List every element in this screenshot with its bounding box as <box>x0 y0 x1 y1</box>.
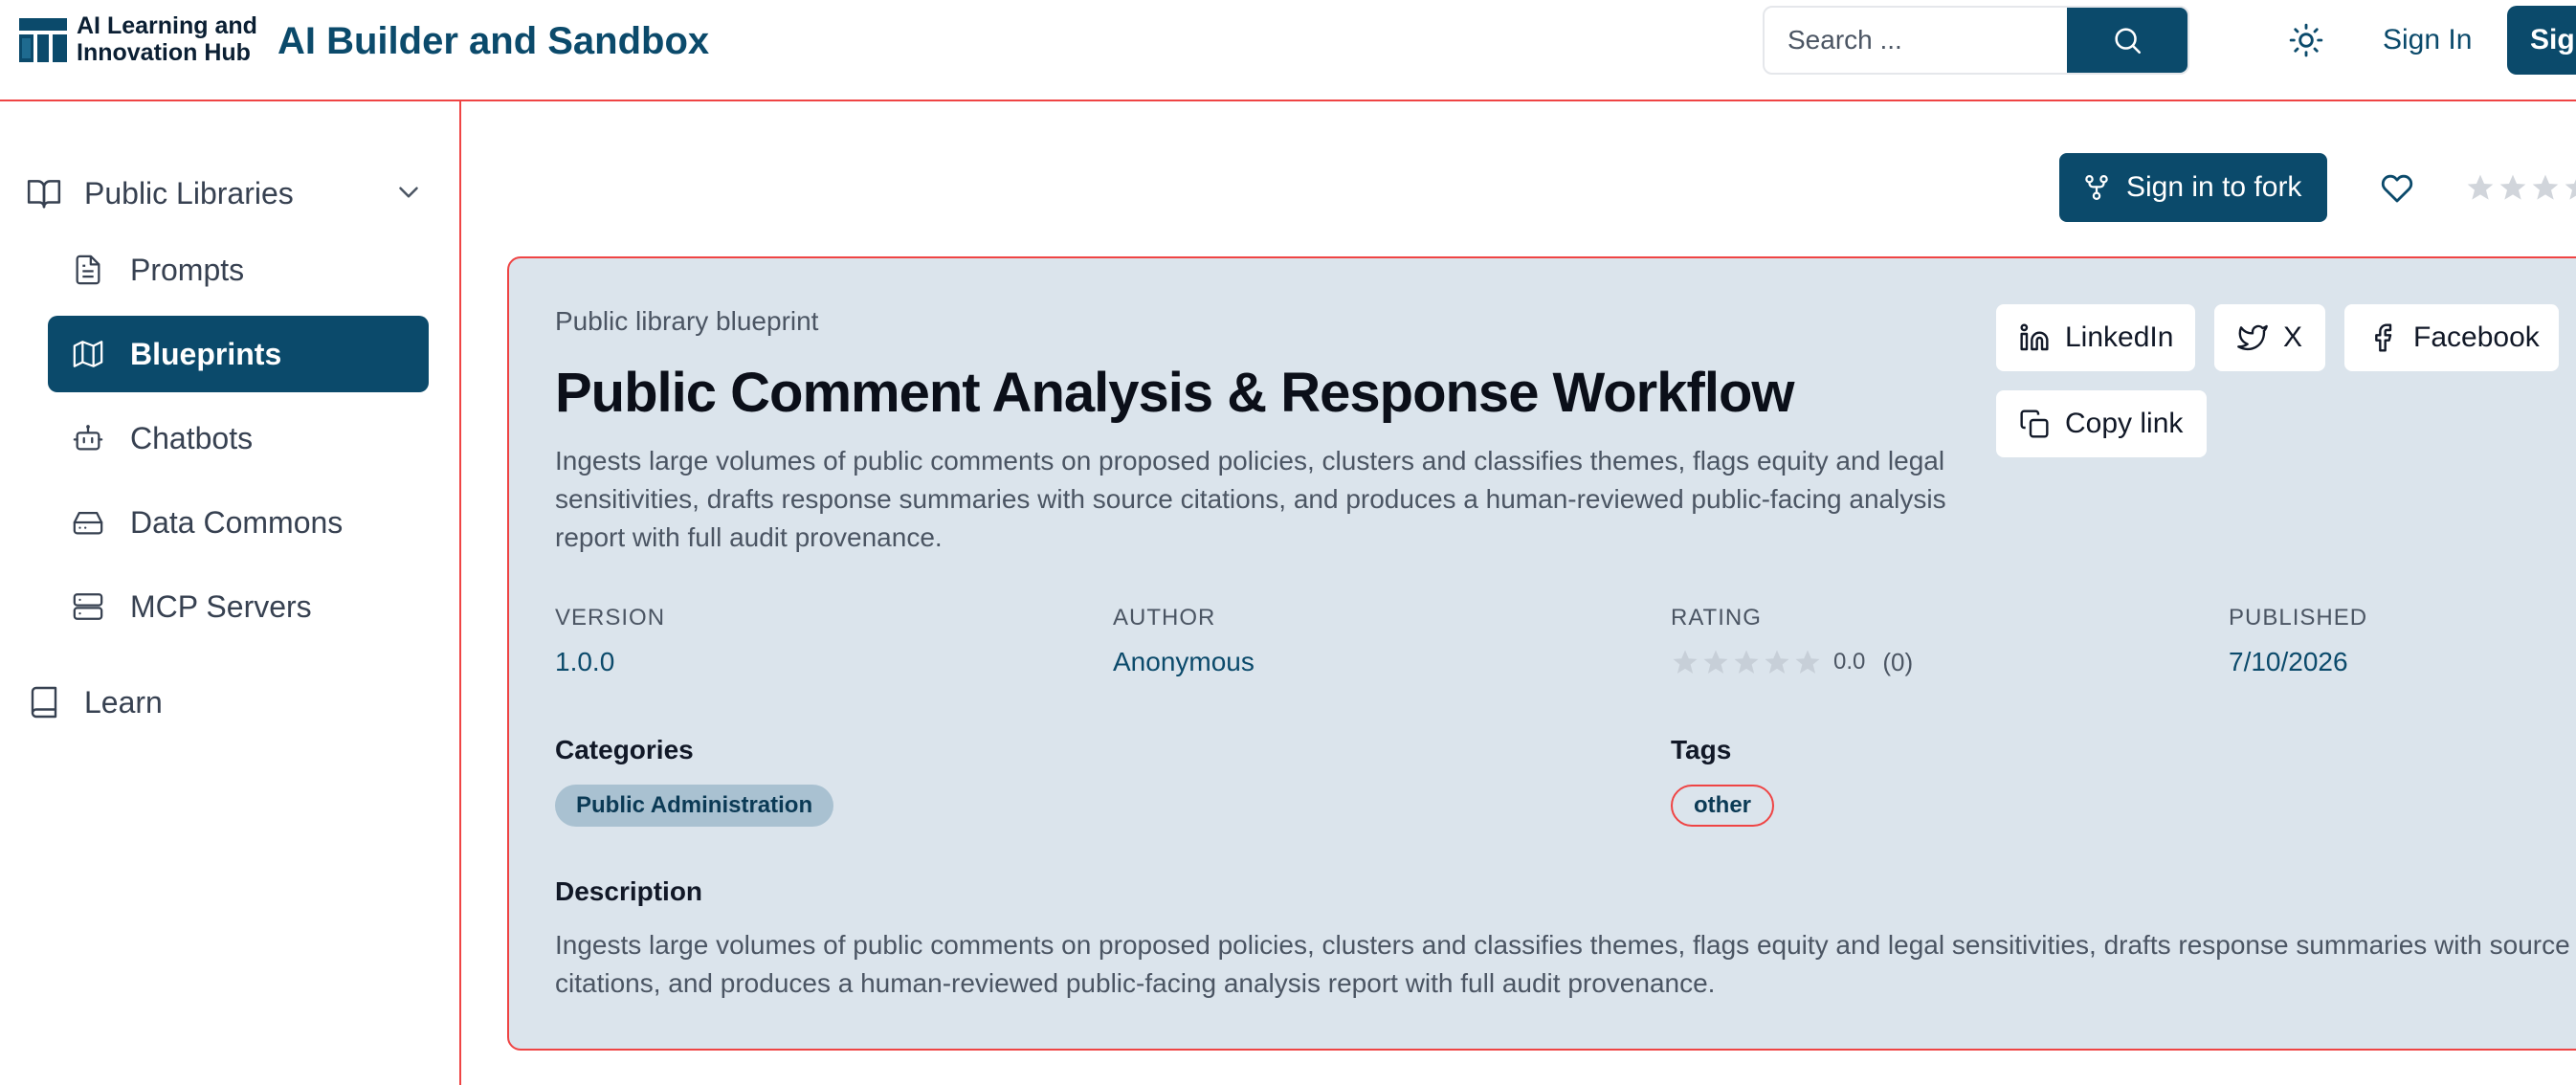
linkedin-icon <box>2019 322 2050 353</box>
share-linkedin-button[interactable]: LinkedIn <box>1996 304 2195 371</box>
description-heading: Description <box>555 876 703 906</box>
share-facebook-button[interactable]: Facebook <box>2344 304 2559 371</box>
author-label: AUTHOR <box>1113 605 1216 631</box>
tags-heading: Tags <box>1671 735 1732 764</box>
sidebar-item-label: Blueprints <box>130 336 282 371</box>
star-icon <box>1765 650 1789 674</box>
sidebar-item-data-commons[interactable]: Data Commons <box>48 484 429 561</box>
star-icon[interactable] <box>2530 172 2561 203</box>
tag-chip[interactable]: other <box>1671 785 1774 827</box>
version-label: VERSION <box>555 605 666 631</box>
sidebar-item-label: Data Commons <box>130 504 344 540</box>
sidebar-item-learn[interactable]: Learn <box>25 672 427 733</box>
twitter-icon <box>2237 322 2268 353</box>
sidebar-item-mcp-servers[interactable]: MCP Servers <box>48 568 429 645</box>
search-icon <box>2111 24 2143 56</box>
sidebar-item-blueprints[interactable]: Blueprints <box>48 316 429 392</box>
version-value: 1.0.0 <box>555 647 615 676</box>
published-value: 7/10/2026 <box>2229 647 2348 676</box>
hub-logo-text[interactable]: AI Learning and Innovation Hub <box>77 12 257 66</box>
description-text: Ingests large volumes of public comments… <box>555 930 2570 998</box>
hub-logo-icon[interactable] <box>19 18 67 62</box>
star-icon[interactable] <box>2563 172 2576 203</box>
star-icon[interactable] <box>2498 172 2528 203</box>
facebook-icon <box>2367 322 2398 353</box>
sign-up-button[interactable]: Sign Up <box>2507 6 2576 75</box>
copy-link-button[interactable]: Copy link <box>1996 390 2207 457</box>
drive-icon <box>69 503 107 542</box>
rating-stars <box>1671 648 1822 676</box>
copy-link-label: Copy link <box>2065 408 2184 439</box>
star-icon <box>1734 650 1759 674</box>
app-title[interactable]: AI Builder and Sandbox <box>278 17 709 65</box>
book-icon <box>25 683 63 721</box>
sidebar-group-label: Public Libraries <box>84 175 294 210</box>
logo-text-line2: Innovation Hub <box>77 39 251 66</box>
sign-in-to-fork-button[interactable]: Sign in to fork <box>2059 153 2327 222</box>
share-x-button[interactable]: X <box>2214 304 2325 371</box>
map-icon <box>69 335 107 373</box>
author-value[interactable]: Anonymous <box>1113 643 1255 681</box>
copy-icon <box>2019 409 2050 439</box>
categories-heading: Categories <box>555 735 694 764</box>
sidebar-item-label: Chatbots <box>130 420 254 455</box>
document-icon <box>69 251 107 289</box>
rating-value: 0.0 <box>1833 649 1866 675</box>
share-facebook-label: Facebook <box>2413 321 2540 353</box>
sidebar-item-chatbots[interactable]: Chatbots <box>48 400 429 476</box>
sidebar-item-label: MCP Servers <box>130 588 312 624</box>
robot-icon <box>69 419 107 457</box>
book-open-icon <box>25 174 63 212</box>
chevron-down-icon[interactable] <box>392 176 425 209</box>
fork-icon <box>2082 173 2111 202</box>
heart-icon <box>2381 172 2413 205</box>
share-linkedin-label: LinkedIn <box>2065 321 2174 353</box>
share-x-label: X <box>2283 321 2303 353</box>
logo-text-line1: AI Learning and <box>77 12 257 39</box>
published-label: PUBLISHED <box>2229 605 2368 631</box>
star-icon <box>1795 650 1820 674</box>
description-body: Ingests large volumes of public comments… <box>555 926 2576 1003</box>
theme-toggle-button[interactable] <box>2283 17 2329 63</box>
blueprint-title: Public Comment Analysis & Response Workf… <box>555 362 1794 424</box>
rating-count: (0) <box>1882 647 1914 676</box>
favorite-button[interactable] <box>2377 168 2417 209</box>
rating-display: 0.0 (0) <box>1671 643 1913 681</box>
sidebar-group-public-libraries[interactable]: Public Libraries <box>25 163 427 224</box>
star-icon[interactable] <box>2465 172 2496 203</box>
sidebar-item-prompts[interactable]: Prompts <box>48 232 429 308</box>
rate-stars[interactable] <box>2465 172 2576 203</box>
server-icon <box>69 587 107 626</box>
category-chip[interactable]: Public Administration <box>555 785 834 827</box>
top-header: AI Learning and Innovation Hub AI Builde… <box>0 0 2576 101</box>
search-button[interactable] <box>2067 8 2187 73</box>
sidebar: Public Libraries Prompts Blueprints Chat… <box>0 101 461 1085</box>
star-icon <box>1673 650 1698 674</box>
sign-in-link[interactable]: Sign In <box>2383 21 2472 59</box>
rating-label: RATING <box>1671 605 1762 631</box>
star-icon <box>1703 650 1728 674</box>
sidebar-learn-label: Learn <box>84 684 163 720</box>
blueprint-summary: Ingests large volumes of public comments… <box>555 446 1946 552</box>
fork-label: Sign in to fork <box>2126 171 2302 203</box>
search-box <box>1763 6 2189 75</box>
sun-icon <box>2288 22 2324 58</box>
blueprint-kicker: Public library blueprint <box>555 306 819 336</box>
sidebar-item-label: Prompts <box>130 252 245 287</box>
